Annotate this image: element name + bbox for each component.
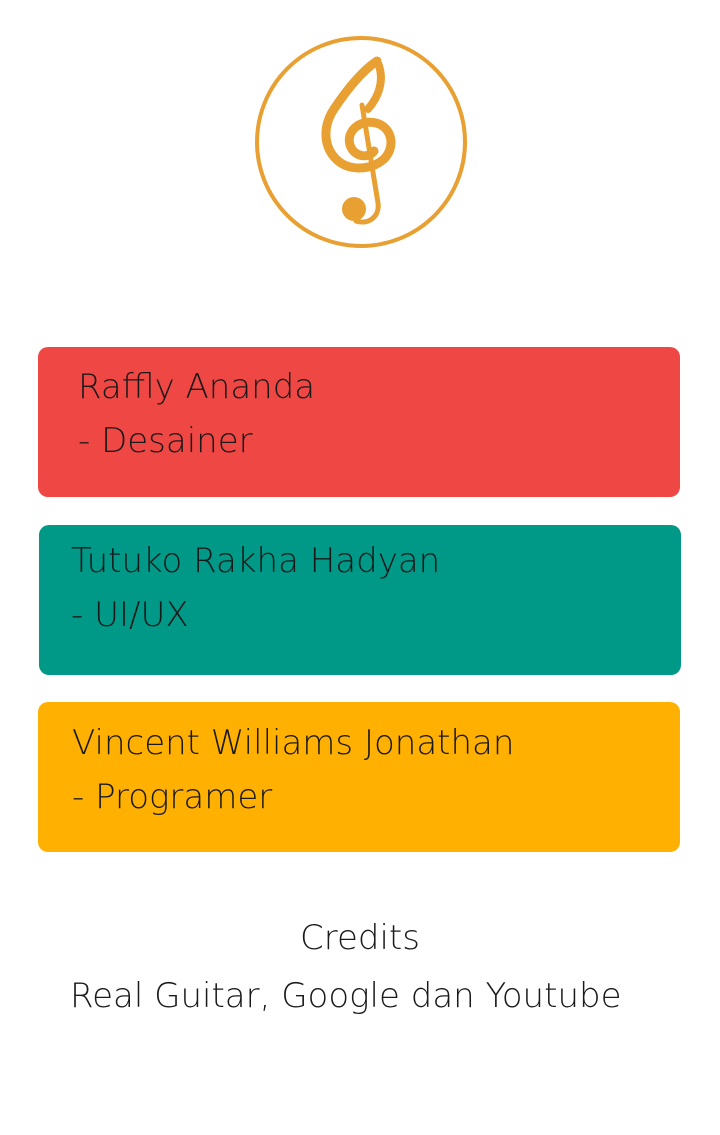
member-name: Raffly Ananda — [78, 367, 316, 407]
team-card-designer: Raffly Ananda - Desainer — [38, 347, 680, 497]
member-name: Tutuko Rakha Hadyan — [71, 541, 441, 581]
treble-clef-icon — [255, 36, 467, 248]
member-role: - Desainer — [78, 421, 253, 461]
team-card-programmer: Vincent Williams Jonathan - Programer — [38, 702, 680, 852]
member-name: Vincent Williams Jonathan — [72, 723, 515, 763]
team-card-uiux: Tutuko Rakha Hadyan - UI/UX — [39, 525, 681, 675]
member-role: - Programer — [72, 777, 273, 817]
app-logo — [254, 35, 468, 249]
member-role: - UI/UX — [71, 595, 189, 635]
credits-title: Credits — [300, 918, 420, 958]
credits-text: Real Guitar, Google dan Youtube — [70, 976, 622, 1016]
